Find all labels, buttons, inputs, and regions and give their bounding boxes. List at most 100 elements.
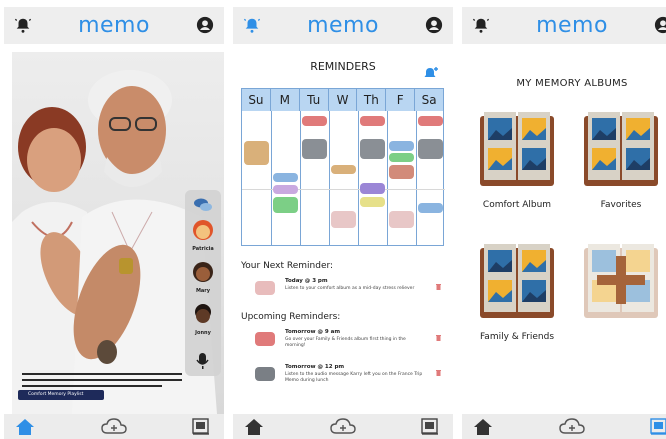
day-label: F — [386, 89, 416, 111]
calendar-column-divider — [416, 111, 417, 245]
calendar-event[interactable] — [418, 203, 443, 213]
album-book-icon[interactable] — [419, 417, 441, 436]
cloud-icon[interactable] — [330, 417, 356, 436]
photo-album-icon — [584, 112, 658, 186]
day-label: Tu — [300, 89, 329, 111]
profile-icon[interactable] — [654, 16, 666, 34]
contact-name: Mary — [195, 288, 211, 294]
day-label: Su — [242, 89, 271, 111]
reminder-time: Tomorrow @ 9 am — [285, 329, 341, 335]
reminder-time: Tomorrow @ 12 pm — [285, 364, 345, 370]
reminder-item[interactable]: Tomorrow @ 9 am Go over your Family & Fr… — [255, 329, 447, 353]
reminder-color — [255, 281, 275, 295]
calendar-column-divider — [329, 111, 330, 245]
calendar-event[interactable] — [418, 139, 443, 159]
app-logo: memo — [78, 13, 150, 38]
photo-album-icon — [480, 112, 554, 186]
home-icon[interactable] — [14, 417, 36, 436]
calendar-event[interactable] — [273, 173, 298, 182]
calendar-event[interactable] — [360, 197, 385, 207]
progress-line — [22, 379, 182, 381]
contact-name: Jonny — [195, 330, 211, 336]
bell-icon[interactable] — [14, 16, 32, 34]
contacts-panel: Patricia Mary Jonny — [185, 190, 221, 376]
add-reminder-icon[interactable] — [423, 66, 439, 80]
top-bar: memo — [233, 7, 453, 44]
album-favorites[interactable]: Favorites — [582, 110, 660, 210]
voice-message-icon[interactable] — [195, 352, 211, 370]
playlist-label: Comfort Memory Playlist — [28, 392, 84, 397]
calendar-event[interactable] — [273, 185, 298, 194]
upcoming-reminders-heading: Upcoming Reminders: — [241, 312, 341, 322]
bottom-nav — [462, 414, 666, 439]
cloud-icon[interactable] — [101, 417, 127, 436]
reminder-item[interactable]: Tomorrow @ 12 pm Listen to the audio mes… — [255, 364, 447, 388]
reminder-item[interactable]: Today @ 3 pm Listen to your comfort albu… — [255, 278, 447, 302]
profile-icon[interactable] — [196, 16, 214, 34]
contact-mary[interactable]: Mary — [185, 262, 221, 294]
add-album-icon — [584, 244, 658, 318]
patricia-avatar-icon — [193, 220, 213, 240]
album-book-icon[interactable] — [190, 417, 212, 436]
home-icon[interactable] — [472, 417, 494, 436]
weekly-calendar: Su M Tu W Th F Sa — [241, 88, 445, 246]
screen-albums: memo MY MEMORY ALBUMS Comfort Album Favo… — [462, 0, 666, 439]
jonny-avatar-icon — [195, 304, 211, 323]
day-label: W — [329, 89, 358, 111]
album-family-friends[interactable]: Family & Friends — [478, 242, 556, 342]
reminder-desc: Listen to your comfort album as a mid-da… — [285, 286, 415, 291]
app-logo: memo — [307, 13, 379, 38]
top-bar: memo — [4, 7, 224, 44]
home-icon[interactable] — [243, 417, 265, 436]
bell-icon[interactable] — [243, 16, 261, 34]
contact-patricia[interactable]: Patricia — [185, 220, 221, 252]
profile-icon[interactable] — [425, 16, 443, 34]
screen-reminders: memo REMINDERS Su M Tu W Th F Sa Your Ne… — [233, 0, 453, 439]
calendar-event[interactable] — [331, 211, 356, 228]
app-logo: memo — [536, 13, 608, 38]
day-label: M — [271, 89, 300, 111]
calendar-event[interactable] — [273, 197, 298, 213]
calendar-event[interactable] — [418, 116, 443, 126]
progress-line — [22, 373, 182, 375]
next-reminder-heading: Your Next Reminder: — [241, 261, 334, 271]
reminder-color — [255, 367, 275, 381]
calendar-event[interactable] — [302, 139, 327, 159]
calendar-event[interactable] — [360, 183, 385, 194]
calendar-column-divider — [271, 111, 272, 245]
album-label: Favorites — [600, 200, 642, 210]
calendar-event[interactable] — [244, 141, 269, 165]
calendar-column-divider — [358, 111, 359, 245]
calendar-event[interactable] — [331, 165, 356, 174]
trash-icon[interactable] — [436, 335, 441, 341]
mary-avatar-icon — [193, 262, 213, 282]
bell-icon[interactable] — [472, 16, 490, 34]
bottom-nav — [233, 414, 453, 439]
trash-icon[interactable] — [436, 284, 441, 290]
calendar-event[interactable] — [360, 116, 385, 126]
calendar-column-divider — [387, 111, 388, 245]
album-label: Comfort Album — [482, 200, 552, 210]
trash-icon[interactable] — [436, 370, 441, 376]
cloud-icon[interactable] — [559, 417, 585, 436]
calendar-event[interactable] — [389, 211, 414, 228]
reminder-time: Today @ 3 pm — [285, 278, 328, 284]
album-label: Family & Friends — [479, 332, 555, 342]
playlist-chip[interactable]: Comfort Memory Playlist — [18, 390, 104, 400]
calendar-event[interactable] — [389, 141, 414, 151]
page-title: REMINDERS — [310, 60, 376, 73]
chat-bubbles-icon[interactable] — [194, 198, 212, 212]
reminder-desc: Go over your Family & Friends album firs… — [285, 337, 406, 348]
reminder-color — [255, 332, 275, 346]
album-comfort[interactable]: Comfort Album — [478, 110, 556, 210]
calendar-event[interactable] — [389, 165, 414, 179]
day-label: Sa — [421, 93, 437, 107]
page-title: MY MEMORY ALBUMS — [516, 78, 628, 89]
album-book-icon[interactable] — [648, 417, 666, 436]
add-album-button[interactable] — [582, 242, 660, 326]
calendar-event[interactable] — [389, 153, 414, 162]
calendar-event[interactable] — [360, 139, 385, 159]
screen-home: memo Patricia Mary Jonny Comfort Memory … — [4, 0, 224, 439]
contact-jonny[interactable]: Jonny — [185, 304, 221, 336]
calendar-event[interactable] — [302, 116, 327, 126]
